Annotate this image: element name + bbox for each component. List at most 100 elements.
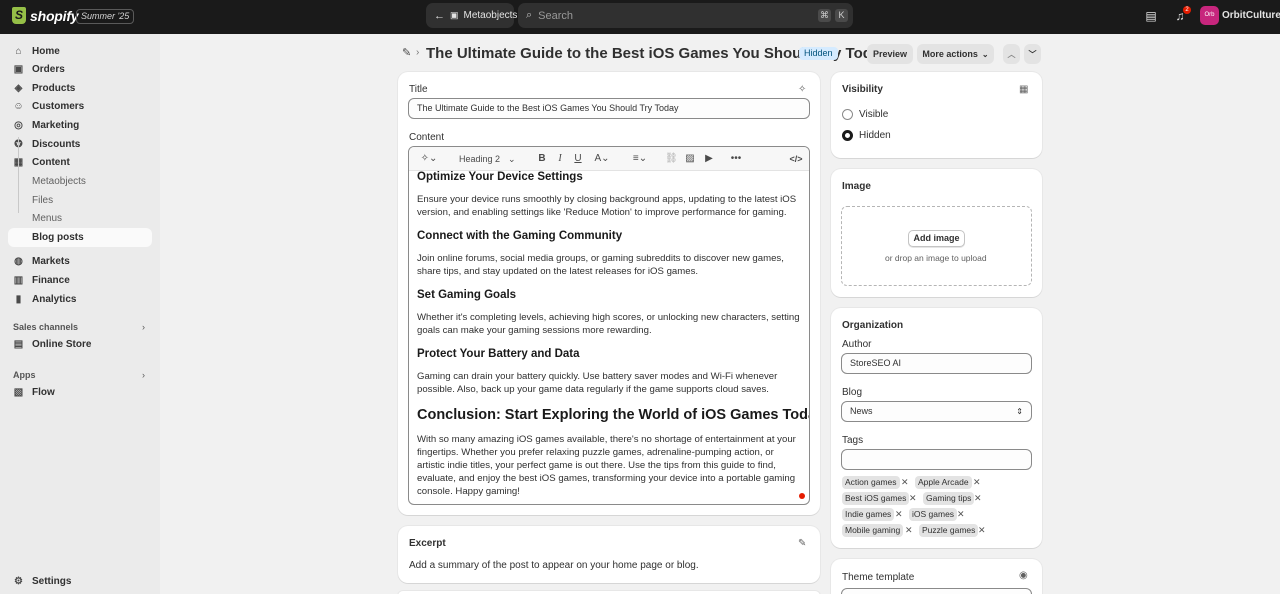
sidebar-item-flow[interactable]: ▧ Flow [8, 383, 152, 402]
back-to-metaobjects-button[interactable]: ← ▣ Metaobjects [426, 3, 517, 28]
sidebar-item-menus[interactable]: Menus [8, 209, 152, 228]
search-placeholder: Search [538, 9, 574, 22]
link-icon[interactable]: ⛓ [665, 152, 678, 166]
tag-chip: iOS games [909, 508, 958, 521]
italic-icon[interactable]: I [554, 152, 566, 166]
more-horizontal-icon[interactable]: ••• [729, 152, 743, 166]
grammar-indicator[interactable] [799, 493, 805, 499]
search-icon: ⌕ [526, 9, 533, 21]
heading-select[interactable]: Heading 2 ⌄ [459, 152, 521, 166]
close-icon[interactable]: ✕ [909, 492, 917, 505]
notification-count: 2 [1183, 6, 1191, 14]
store-icon[interactable]: ▤ [1143, 8, 1159, 24]
sidebar-item-discounts[interactable]: ✪Discounts [8, 135, 152, 154]
flow-icon: ▧ [13, 387, 24, 398]
content-heading-large: Conclusion: Start Exploring the World of… [417, 407, 810, 423]
add-image-button[interactable]: Add image [908, 230, 965, 247]
sidebar-label: Markets [32, 256, 70, 267]
close-icon[interactable]: ✕ [957, 508, 965, 521]
text-color-icon[interactable]: A⌄ [591, 152, 613, 166]
visible-radio[interactable] [842, 109, 853, 120]
sidebar-item-files[interactable]: Files [8, 191, 152, 210]
previous-item-button[interactable]: ︿ [1003, 44, 1020, 64]
person-icon: ☺ [13, 101, 24, 112]
avatar[interactable]: Orb [1200, 6, 1219, 25]
kbd-command: ⌘ [818, 9, 831, 22]
sidebar-item-settings[interactable]: ⚙ Settings [8, 572, 152, 591]
visible-radio-label[interactable]: Visible [859, 109, 888, 120]
search-input[interactable]: ⌕ Search ⌘ K [518, 3, 853, 28]
author-label: Author [842, 339, 872, 350]
tag-chip: Action games [842, 476, 900, 489]
sidebar-item-home[interactable]: ⌂ Home [8, 42, 152, 61]
blog-select[interactable]: News ⇕ [841, 401, 1032, 422]
chevron-up-icon: ︿ [1007, 49, 1016, 59]
edit-icon[interactable]: ✎ [798, 538, 806, 550]
sidebar-item-orders[interactable]: ▣ Orders [8, 60, 152, 79]
sidebar-item-marketing[interactable]: ◎ Marketing [8, 116, 152, 135]
image-icon[interactable]: ▨ [684, 152, 696, 166]
close-icon[interactable]: ✕ [901, 476, 909, 489]
preview-button[interactable]: Preview [867, 44, 913, 64]
close-icon[interactable]: ✕ [973, 476, 981, 489]
tag-chip: Apple Arcade [915, 476, 972, 489]
magic-icon[interactable]: ✧ [798, 84, 806, 96]
sidebar-item-markets[interactable]: ◍ Markets [8, 252, 152, 271]
store-name[interactable]: OrbitCulture [1222, 10, 1280, 21]
sidebar-label: Settings [32, 576, 72, 587]
title-label: Title [409, 84, 428, 95]
content-paragraph: Ensure your device runs smoothly by clos… [417, 194, 797, 218]
tags-input[interactable] [841, 449, 1032, 470]
next-item-button[interactable]: ﹀ [1024, 44, 1041, 64]
title-input[interactable]: The Ultimate Guide to the Best iOS Games… [408, 98, 810, 119]
tag-chip: Mobile gaming [842, 524, 904, 537]
tag-chip: Best iOS games [842, 492, 910, 505]
content-label: Content [409, 132, 445, 143]
home-icon: ⌂ [15, 46, 22, 57]
edition-badge[interactable]: Summer '25 [76, 9, 135, 24]
eye-icon[interactable]: ◉ [1019, 570, 1028, 582]
content-paragraph: With so many amazing iOS games available… [417, 434, 796, 497]
tag-icon: ◈ [14, 83, 23, 94]
close-icon[interactable]: ✕ [974, 492, 982, 505]
more-actions-button[interactable]: More actions ⌄ [917, 44, 994, 64]
sidebar-item-customers[interactable]: ☺ Customers [8, 97, 152, 116]
chevron-right-icon[interactable]: › [142, 370, 145, 380]
code-view-icon[interactable]: </> [789, 152, 803, 166]
sidebar-label: Finance [32, 275, 70, 286]
apps-label[interactable]: Apps [13, 370, 36, 380]
content-editor[interactable]: ✧⌄ Heading 2 ⌄ B I U A⌄ ≡⌄ ⛓ ▨ ▶ ••• </> … [408, 146, 810, 505]
close-icon[interactable]: ✕ [895, 508, 903, 521]
underline-icon[interactable]: U [572, 152, 584, 166]
chevron-down-icon: ⌄ [981, 49, 989, 59]
kbd-k: K [835, 9, 848, 22]
close-icon[interactable]: ✕ [978, 524, 986, 537]
ai-magic-icon[interactable]: ✧⌄ [417, 152, 441, 166]
organization-label: Organization [842, 320, 904, 331]
hidden-radio[interactable] [842, 130, 853, 141]
sidebar-item-online-store[interactable]: ▤ Online Store [8, 335, 152, 354]
chevron-down-icon: ﹀ [1028, 49, 1037, 59]
sidebar-item-content[interactable]: ▦Content [8, 153, 152, 172]
hidden-radio-label[interactable]: Hidden [859, 130, 891, 141]
content-heading: Optimize Your Device Settings [417, 171, 583, 183]
select-arrows-icon: ⇕ [1016, 407, 1023, 416]
content-paragraph: Gaming can drain your battery quickly. U… [417, 371, 778, 395]
author-input[interactable]: StoreSEO AI [841, 353, 1032, 374]
close-icon[interactable]: ✕ [905, 524, 913, 537]
theme-template-select[interactable] [841, 588, 1032, 594]
chevron-right-icon[interactable]: › [142, 322, 145, 332]
sales-channels-label[interactable]: Sales channels [13, 322, 78, 332]
blog-post-icon[interactable]: ✎ [402, 47, 414, 59]
sidebar-item-analytics[interactable]: ▮ Analytics [8, 290, 152, 309]
sidebar-item-finance[interactable]: ▥ Finance [8, 271, 152, 290]
chart-icon: ▮ [15, 294, 22, 305]
sidebar-item-blog-posts[interactable]: Blog posts [8, 228, 152, 247]
video-icon[interactable]: ▶ [703, 152, 715, 166]
align-icon[interactable]: ≡⌄ [628, 152, 652, 166]
shopify-logo[interactable]: shopify [12, 7, 79, 24]
calendar-icon[interactable]: ▦ [1019, 84, 1028, 96]
sidebar-item-products[interactable]: ◈ Products [8, 79, 152, 98]
sidebar-item-metaobjects[interactable]: Metaobjects [8, 172, 152, 191]
bold-icon[interactable]: B [536, 152, 548, 166]
